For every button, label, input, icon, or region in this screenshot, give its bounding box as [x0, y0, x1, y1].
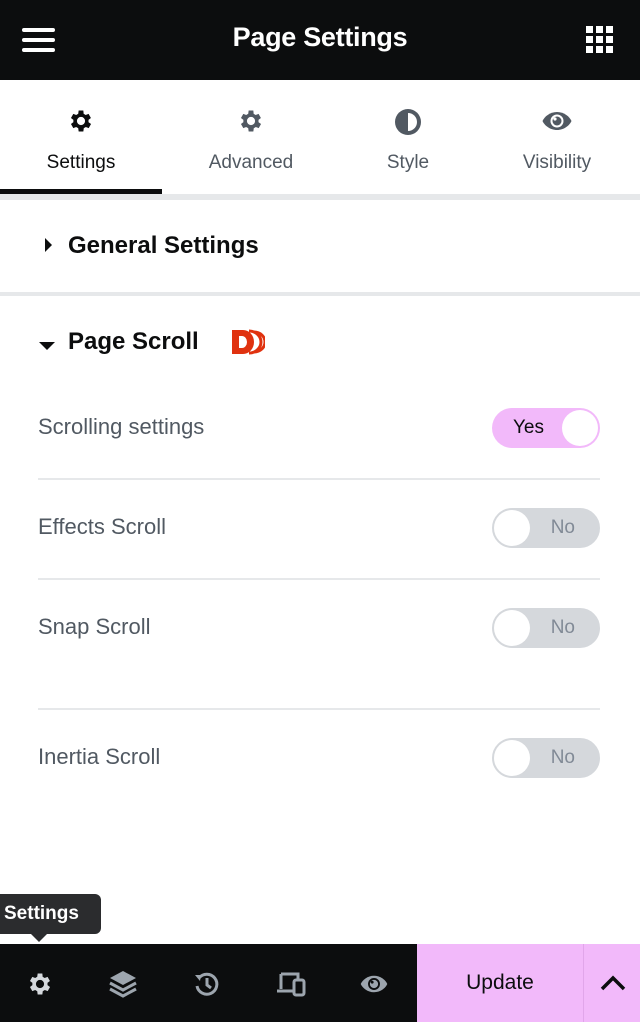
setting-label: Inertia Scroll	[38, 744, 161, 769]
divider	[38, 478, 600, 480]
responsive-icon[interactable]	[273, 966, 309, 1002]
caret-down-icon	[39, 338, 55, 356]
toggle-knob	[494, 510, 530, 546]
setting-row-snap: Snap Scroll No	[38, 608, 600, 648]
toggle-state: No	[550, 617, 575, 638]
half-circle-icon	[393, 107, 423, 142]
effects-scroll-toggle[interactable]: No	[492, 508, 600, 548]
toggle-state: No	[550, 517, 575, 538]
tooltip-arrow	[31, 934, 47, 942]
page-title: Page Settings	[232, 22, 408, 52]
bottom-bar: Update	[0, 944, 640, 1022]
scrolling-settings-toggle[interactable]: Yes	[492, 408, 600, 448]
section-page-scroll[interactable]: Page Scroll	[0, 296, 640, 386]
tooltip: Settings	[0, 894, 101, 934]
tab-label: Settings	[46, 152, 116, 173]
eye-icon[interactable]	[356, 966, 392, 1002]
setting-row-inertia: Inertia Scroll No	[38, 738, 600, 778]
chevron-up-icon	[600, 975, 626, 991]
section-title: Page Scroll	[68, 328, 199, 355]
update-button[interactable]: Update	[417, 944, 583, 1022]
setting-row-scrolling: Scrolling settings Yes	[38, 408, 600, 448]
dd-logo-icon	[231, 328, 267, 361]
snap-scroll-toggle[interactable]: No	[492, 608, 600, 648]
toggle-state: No	[550, 747, 575, 768]
setting-label: Scrolling settings	[38, 414, 205, 439]
toggle-knob	[562, 410, 598, 446]
setting-row-effects: Effects Scroll No	[38, 508, 600, 548]
toggle-state: Yes	[513, 417, 544, 438]
tab-style[interactable]: Style	[332, 80, 484, 194]
section-title: General Settings	[68, 232, 259, 259]
gear-icon[interactable]	[22, 966, 58, 1002]
more-options-button[interactable]	[583, 944, 640, 1022]
layers-icon[interactable]	[105, 966, 141, 1002]
gear-icon	[237, 107, 265, 140]
tab-label: Visibility	[522, 152, 592, 173]
tab-label: Style	[386, 152, 430, 173]
divider	[38, 708, 600, 710]
gear-icon	[67, 107, 95, 140]
panel-tabs: Settings Advanced Style Visibility	[0, 80, 640, 194]
top-bar: Page Settings	[0, 0, 640, 80]
tab-advanced[interactable]: Advanced	[170, 80, 332, 194]
divider	[38, 578, 600, 580]
section-general-settings[interactable]: General Settings	[0, 200, 640, 292]
tab-visibility[interactable]: Visibility	[484, 80, 630, 194]
setting-label: Snap Scroll	[38, 614, 151, 639]
tab-settings[interactable]: Settings	[0, 80, 162, 194]
toggle-knob	[494, 740, 530, 776]
eye-icon	[541, 109, 573, 138]
inertia-scroll-toggle[interactable]: No	[492, 738, 600, 778]
toggle-knob	[494, 610, 530, 646]
caret-right-icon	[44, 238, 54, 257]
setting-label: Effects Scroll	[38, 514, 166, 539]
grid-icon[interactable]	[586, 26, 613, 53]
history-icon[interactable]	[189, 966, 225, 1002]
tab-label: Advanced	[208, 152, 294, 173]
